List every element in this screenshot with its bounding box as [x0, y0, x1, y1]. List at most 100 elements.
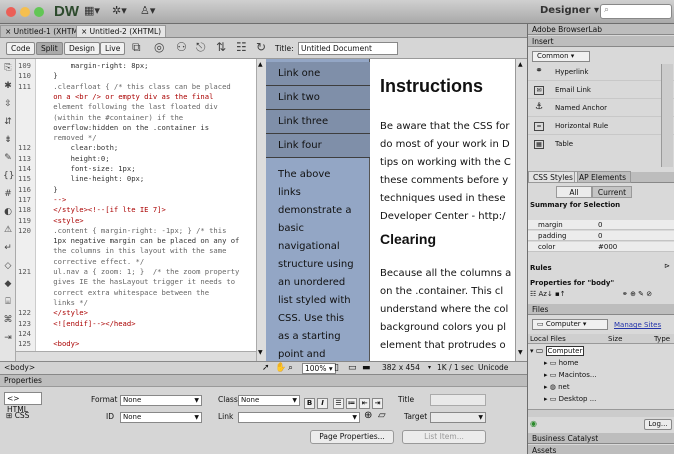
wrap-tag-icon[interactable]: ⌸: [3, 297, 13, 307]
remove-comment-icon[interactable]: ◆: [3, 279, 13, 289]
hand-tool-icon[interactable]: ✋: [275, 362, 286, 374]
code-view-button[interactable]: Code: [6, 42, 36, 55]
nav-link-four[interactable]: Link four: [266, 134, 370, 158]
zoom-window-button[interactable]: [34, 7, 44, 17]
css-mode-button[interactable]: ⊞ CSS: [4, 410, 42, 423]
point-to-file-icon[interactable]: ⊕: [364, 410, 372, 421]
assets-header[interactable]: Assets: [528, 445, 674, 454]
unordered-list-icon[interactable]: ☰: [333, 398, 344, 409]
manage-sites-link[interactable]: Manage Sites: [614, 321, 661, 329]
mobile-size-icon[interactable]: ▯: [334, 362, 339, 374]
visual-aids-icon[interactable]: ☷: [236, 40, 247, 54]
business-catalyst-header[interactable]: Business Catalyst: [528, 433, 674, 444]
page-properties-button[interactable]: Page Properties...: [310, 430, 394, 444]
format-select[interactable]: None: [120, 395, 202, 406]
properties-header[interactable]: Properties: [0, 375, 527, 387]
nav-link-three[interactable]: Link three: [266, 110, 370, 134]
files-horizontal-scrollbar[interactable]: [528, 409, 674, 417]
category-view-icon[interactable]: ☷ Az↓ ▪↑: [530, 290, 566, 298]
design-view-button[interactable]: Design: [64, 42, 100, 55]
insert-table[interactable]: ▦ Table: [528, 136, 674, 153]
tree-item-home[interactable]: ▸ ▭ home: [544, 358, 578, 369]
desktop-size-icon[interactable]: ▬: [362, 362, 371, 374]
inspect-icon[interactable]: ◎: [154, 40, 164, 54]
id-select[interactable]: None: [120, 412, 202, 423]
collapse-selection-icon[interactable]: ⇵: [3, 117, 13, 127]
preview-browser-icon[interactable]: ⎋: [196, 40, 206, 55]
insert-scrollbar[interactable]: [661, 64, 673, 167]
highlight-invalid-icon[interactable]: ◐: [3, 207, 13, 217]
code-horizontal-scrollbar[interactable]: [16, 351, 256, 361]
tablet-size-icon[interactable]: ▭: [348, 362, 357, 374]
rules-toggle-icon[interactable]: ⊳: [664, 262, 670, 270]
local-files-col[interactable]: Local Files: [530, 334, 566, 344]
tree-item-desktop[interactable]: ▸ ▭ Desktop ...: [544, 394, 596, 405]
close-window-button[interactable]: [6, 7, 16, 17]
balance-braces-icon[interactable]: {}: [3, 171, 14, 181]
scroll-up-icon[interactable]: ▲: [258, 61, 263, 68]
extend-menu-icon[interactable]: ✲▾: [112, 4, 127, 17]
tab-ap-elements[interactable]: AP Elements: [574, 171, 631, 183]
italic-button[interactable]: I: [317, 398, 328, 409]
target-select[interactable]: [430, 412, 486, 423]
bold-button[interactable]: B: [304, 398, 315, 409]
syntax-error-icon[interactable]: ⚠: [3, 225, 13, 235]
expand-all-icon[interactable]: ⇟: [3, 135, 13, 145]
zoom-select[interactable]: 100% ▾: [302, 363, 336, 374]
scroll-down-icon[interactable]: ▼: [258, 349, 263, 356]
css-property-row[interactable]: margin 0: [528, 220, 674, 230]
current-mode-button[interactable]: Current: [592, 186, 632, 198]
site-select[interactable]: ▭ Computer ▾: [532, 319, 608, 330]
line-numbers-icon[interactable]: #: [3, 189, 13, 199]
scroll-down-icon[interactable]: ▼: [518, 349, 523, 356]
indent-icon[interactable]: ⇥: [372, 398, 383, 409]
size-col[interactable]: Size: [608, 334, 622, 344]
css-actions-icons[interactable]: ⚭ ⊕ ✎ ⊘: [622, 290, 652, 298]
outdent-icon[interactable]: ⇤: [359, 398, 370, 409]
live-view-button[interactable]: Live: [100, 42, 126, 55]
tab-untitled-2[interactable]: × Untitled-2 (XHTML): [76, 25, 167, 37]
log-button[interactable]: Log...: [644, 419, 672, 430]
title-field[interactable]: [430, 394, 486, 406]
window-size[interactable]: 382 x 454: [382, 362, 420, 374]
browserlab-panel-header[interactable]: Adobe BrowserLab: [528, 24, 674, 35]
file-management-icon[interactable]: ⇅: [216, 40, 226, 54]
snippets-icon[interactable]: ⌘: [3, 315, 13, 325]
design-vertical-scrollbar[interactable]: ▲ ▼: [515, 59, 527, 361]
list-item-button[interactable]: List Item...: [402, 430, 486, 444]
select-tool-icon[interactable]: ➚: [262, 362, 270, 374]
insert-horizontal-rule[interactable]: ═ Horizontal Rule: [528, 118, 674, 135]
scroll-up-icon[interactable]: ▲: [518, 61, 523, 68]
design-view[interactable]: Link one Link two Link three Link four T…: [266, 59, 527, 361]
layout-menu-icon[interactable]: ▦▾: [84, 4, 100, 17]
tree-item-macintosh[interactable]: ▸ ▭ Macintos...: [544, 370, 597, 381]
refresh-icon[interactable]: ↻: [256, 40, 266, 54]
nav-link-two[interactable]: Link two: [266, 86, 370, 110]
site-menu-icon[interactable]: ♙▾: [140, 4, 155, 17]
window-size-dropdown-icon[interactable]: ▾: [428, 362, 431, 374]
browse-folder-icon[interactable]: ▱: [378, 410, 386, 421]
tab-css-styles[interactable]: CSS Styles: [528, 171, 578, 183]
zoom-tool-icon[interactable]: ⌕: [288, 362, 293, 374]
insert-email-link[interactable]: ✉ Email Link: [528, 82, 674, 99]
document-title-input[interactable]: Untitled Document: [298, 42, 398, 55]
insert-category-select[interactable]: Common ▾: [532, 51, 590, 62]
css-property-row[interactable]: color #000: [528, 242, 674, 252]
word-wrap-icon[interactable]: ↵: [3, 243, 13, 253]
tree-item-net[interactable]: ▸ ◍ net: [544, 382, 570, 393]
show-code-navigator-icon[interactable]: ✱: [3, 81, 13, 91]
collapse-tag-icon[interactable]: ⇳: [3, 99, 13, 109]
nav-link-one[interactable]: Link one: [266, 62, 370, 86]
live-code-icon[interactable]: ⧉: [132, 40, 141, 55]
class-select[interactable]: None: [238, 395, 300, 406]
ordered-list-icon[interactable]: ≔: [346, 398, 357, 409]
multiscreen-icon[interactable]: ⚇: [176, 40, 187, 54]
all-mode-button[interactable]: All: [556, 186, 592, 198]
insert-panel-header[interactable]: Insert: [528, 36, 674, 47]
link-input[interactable]: [238, 412, 360, 423]
css-property-row[interactable]: padding 0: [528, 231, 674, 241]
split-view-button[interactable]: Split: [36, 42, 63, 55]
minimize-window-button[interactable]: [20, 7, 30, 17]
indent-icon[interactable]: ⇥: [3, 333, 13, 343]
search-input[interactable]: ⌕: [600, 4, 672, 19]
